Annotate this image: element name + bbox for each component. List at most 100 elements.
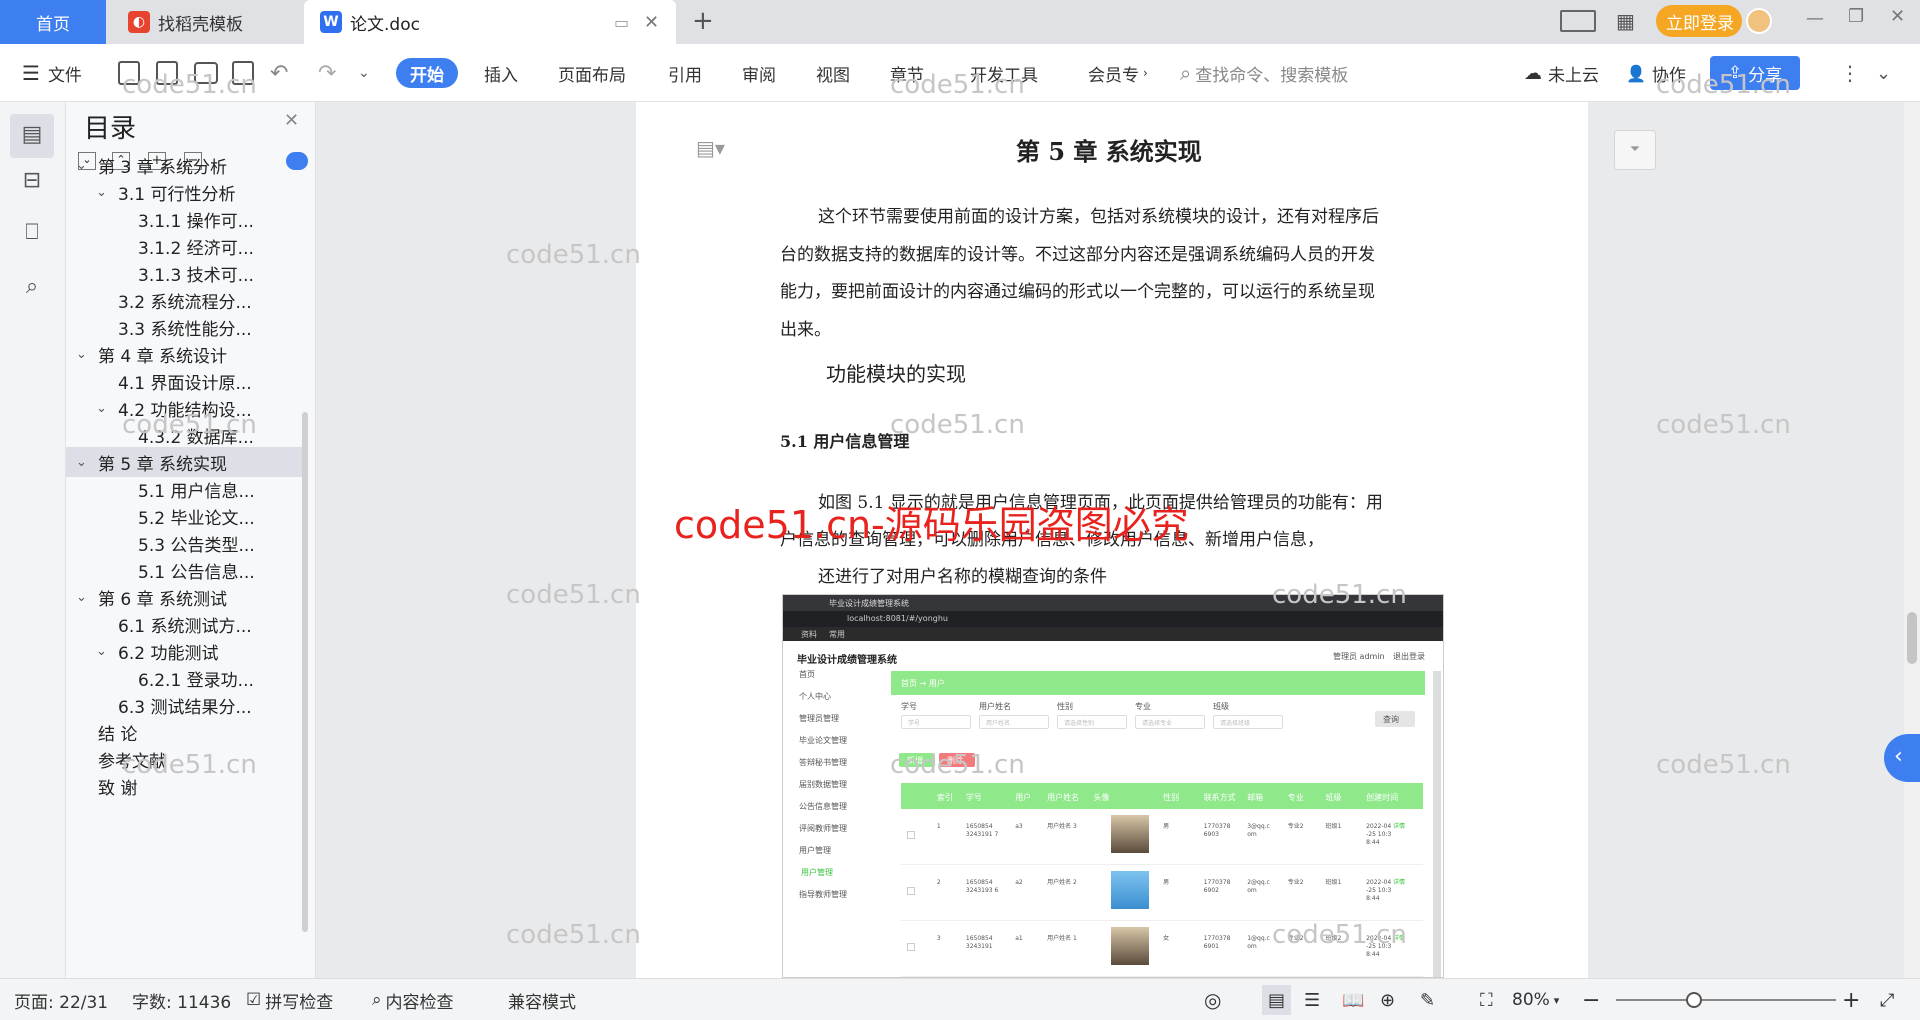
- login-button[interactable]: 立即登录: [1656, 5, 1742, 37]
- minimize-icon[interactable]: —: [1806, 8, 1824, 29]
- login-label: 立即登录: [1666, 13, 1734, 34]
- tab-review[interactable]: 审阅: [742, 44, 776, 102]
- toc-item[interactable]: 5.1 公告信息...: [66, 555, 306, 585]
- cloud-status[interactable]: ☁ 未上云: [1524, 44, 1599, 102]
- chevron-down-icon[interactable]: ⌄: [76, 455, 92, 470]
- close-tab-icon[interactable]: ✕: [644, 12, 659, 33]
- more-tabs-chevron-icon[interactable]: ›: [1143, 66, 1148, 80]
- app-table-cell: 详情: [1393, 823, 1406, 830]
- toc-item[interactable]: ⌄ 第 6 章 系统测试: [66, 582, 306, 612]
- tab-member[interactable]: 会员专 ›: [1088, 44, 1148, 102]
- zoom-out-icon[interactable]: −: [1582, 979, 1600, 1020]
- content-check-label: 内容检查: [385, 992, 454, 1013]
- tab-view[interactable]: 视图: [816, 44, 850, 102]
- toc-item[interactable]: 3.2 系统流程分...: [66, 285, 306, 315]
- app-filter-label: 班级: [1213, 702, 1229, 711]
- content-check-icon: ⌕: [372, 990, 382, 1010]
- more-options-icon[interactable]: ⋮: [1840, 44, 1860, 102]
- toc-item[interactable]: ⌄ 第 4 章 系统设计: [66, 339, 306, 369]
- app-menu-item: 答辩秘书管理: [799, 758, 847, 767]
- eye-protect-icon[interactable]: ◎: [1204, 979, 1221, 1020]
- collapse-ribbon-icon[interactable]: ⌄: [1876, 44, 1891, 102]
- web-view-icon[interactable]: ⊕: [1380, 979, 1395, 1020]
- tab-home[interactable]: 首页: [0, 0, 106, 44]
- vertical-scrollbar[interactable]: [1904, 102, 1920, 978]
- toc-item[interactable]: ⌄ 第 3 章 系统分析: [66, 150, 306, 180]
- file-menu[interactable]: ☰ 文件: [22, 44, 82, 102]
- new-tab-icon[interactable]: +: [692, 6, 714, 36]
- app-menu-item: 用户管理: [799, 846, 831, 855]
- toc-item[interactable]: 4.1 界面设计原...: [66, 366, 306, 396]
- toc-item[interactable]: ⌄ 6.2 功能测试: [66, 636, 306, 666]
- app-menu-item: 毕业论文管理: [799, 736, 847, 745]
- toc-item[interactable]: 5.2 毕业论文...: [66, 501, 306, 531]
- zoom-slider[interactable]: [1616, 999, 1836, 1001]
- tab-references[interactable]: 引用: [668, 44, 702, 102]
- spell-check[interactable]: ☑ 拼写检查: [246, 979, 333, 1020]
- app-table-header-cell: 索引: [936, 793, 953, 802]
- content-check[interactable]: ⌕ 内容检查: [372, 979, 454, 1020]
- toc-item[interactable]: 6.1 系统测试方...: [66, 609, 306, 639]
- toc-item[interactable]: 5.1 用户信息...: [66, 474, 306, 504]
- reading-mode-icon[interactable]: [1560, 10, 1596, 32]
- tab-page-layout[interactable]: 页面布局: [558, 44, 626, 102]
- page-indicator[interactable]: 页面: 22/31: [14, 979, 108, 1020]
- app-logout: 退出登录: [1393, 652, 1425, 661]
- outline-icon[interactable]: ▤: [10, 114, 54, 158]
- toc-item[interactable]: 6.3 测试结果分...: [66, 690, 306, 720]
- cloud-icon: ☁: [1524, 62, 1542, 84]
- toc-item[interactable]: 3.3 系统性能分...: [66, 312, 306, 342]
- window-tile-icon[interactable]: ▭: [614, 13, 629, 32]
- redo-icon[interactable]: ↷: [318, 44, 336, 102]
- avatar[interactable]: [1746, 8, 1772, 34]
- quick-access-dropdown-icon[interactable]: ⌄: [358, 44, 370, 102]
- toc-item[interactable]: 5.3 公告类型...: [66, 528, 306, 558]
- tab-start-label: 开始: [410, 65, 444, 86]
- filter-panel-icon[interactable]: ⏷: [1614, 130, 1656, 170]
- bookmark-icon[interactable]: ⎕: [18, 220, 46, 248]
- zoom-in-icon[interactable]: +: [1842, 979, 1860, 1020]
- maximize-icon[interactable]: ❐: [1848, 6, 1864, 27]
- apps-grid-icon[interactable]: ▦: [1616, 9, 1635, 33]
- find-icon[interactable]: ⌕: [18, 274, 46, 302]
- write-view-icon[interactable]: ✎: [1420, 979, 1435, 1020]
- outline-view-icon[interactable]: ☰: [1304, 979, 1320, 1020]
- chevron-down-icon[interactable]: ⌄: [76, 347, 92, 362]
- tab-document[interactable]: W 论文.doc ▭ ✕: [304, 0, 676, 44]
- close-toc-icon[interactable]: ✕: [284, 110, 299, 131]
- toc-item[interactable]: 3.1.1 操作可...: [66, 204, 306, 234]
- chevron-down-icon[interactable]: ⌄: [96, 401, 112, 416]
- undo-icon[interactable]: ↶: [270, 44, 288, 102]
- close-window-icon[interactable]: ✕: [1890, 6, 1905, 27]
- spell-check-label: 拼写检查: [265, 992, 334, 1013]
- tab-start[interactable]: 开始: [396, 58, 458, 88]
- toc-item[interactable]: ⌄ 3.1 可行性分析: [66, 177, 306, 207]
- watermark: code51.cn: [506, 240, 641, 270]
- word-count[interactable]: 字数: 11436: [132, 979, 231, 1020]
- scroll-thumb[interactable]: [1907, 612, 1917, 664]
- chevron-down-icon[interactable]: ⌄: [96, 185, 112, 200]
- toc-item[interactable]: 结 论: [66, 717, 306, 747]
- toc-item[interactable]: ⌄ 第 5 章 系统实现: [66, 447, 306, 477]
- zoom-slider-thumb[interactable]: [1686, 992, 1702, 1008]
- command-search[interactable]: ⌕ 查找命令、搜索模板: [1180, 44, 1348, 102]
- chapter-nav-icon[interactable]: ⊟: [18, 168, 46, 196]
- reading-view-icon[interactable]: 📖: [1342, 979, 1364, 1020]
- paragraph-menu-icon[interactable]: ▤▾: [696, 136, 725, 160]
- toc-item[interactable]: 6.2.1 登录功...: [66, 663, 306, 693]
- app-filter-input: 请选择班级: [1213, 715, 1283, 729]
- fullscreen-icon[interactable]: ⤢: [1880, 979, 1894, 1020]
- chevron-down-icon[interactable]: ⌄: [76, 158, 92, 173]
- app-table-header-cell: 学号: [965, 793, 982, 802]
- zoom-level[interactable]: 80% ▾: [1512, 979, 1559, 1020]
- toc-scrollbar[interactable]: [302, 412, 308, 932]
- tab-insert[interactable]: 插入: [484, 44, 518, 102]
- tab-daoke[interactable]: ◐ 找稻壳模板: [110, 0, 300, 44]
- chevron-down-icon[interactable]: ⌄: [96, 644, 112, 659]
- toc-item[interactable]: 3.1.2 经济可...: [66, 231, 306, 261]
- page-view-icon[interactable]: ▤: [1262, 985, 1292, 1015]
- chevron-down-icon[interactable]: ⌄: [76, 590, 92, 605]
- fit-page-icon[interactable]: ⛶: [1480, 979, 1493, 1020]
- toc-item-label: 4.1 界面设计原...: [118, 373, 252, 394]
- toc-item[interactable]: 3.1.3 技术可...: [66, 258, 306, 288]
